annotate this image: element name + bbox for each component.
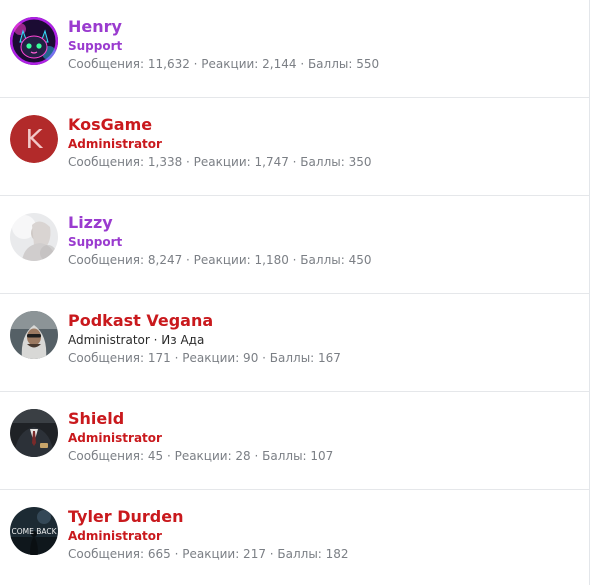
member-name[interactable]: Henry: [68, 16, 122, 37]
title-separator: ·: [153, 333, 158, 347]
come-back-avatar[interactable]: COME BACK: [10, 507, 58, 555]
member-stats: Сообщения: 171 · Реакции: 90 · Баллы: 16…: [68, 351, 341, 365]
member-title: Support: [68, 234, 371, 251]
member-stats: Сообщения: 1,338 · Реакции: 1,747 · Балл…: [68, 155, 372, 169]
list-item: Podkast Vegana Administrator · Из Ада Со…: [0, 294, 589, 392]
member-name[interactable]: Lizzy: [68, 212, 113, 233]
member-name[interactable]: Shield: [68, 408, 124, 429]
list-item: COME BACK Tyler Durden Administrator Соо…: [0, 490, 589, 585]
suit-man-avatar[interactable]: [10, 409, 58, 457]
member-name[interactable]: Tyler Durden: [68, 506, 184, 527]
avatar-caption: COME BACK: [11, 527, 57, 536]
role-badge: Support: [68, 235, 123, 249]
member-title: Administrator · Из Ада: [68, 332, 341, 349]
member-name[interactable]: KosGame: [68, 114, 152, 135]
member-title: Support: [68, 38, 379, 55]
member-location: Из Ада: [161, 333, 205, 347]
member-stats: Сообщения: 665 · Реакции: 217 · Баллы: 1…: [68, 547, 349, 561]
member-stats: Сообщения: 45 · Реакции: 28 · Баллы: 107: [68, 449, 334, 463]
role-badge: Support: [68, 39, 123, 53]
list-item: K KosGame Administrator Сообщения: 1,338…: [0, 98, 589, 196]
member-name[interactable]: Podkast Vegana: [68, 310, 213, 331]
member-list: Henry Support Сообщения: 11,632 · Реакци…: [0, 0, 590, 585]
member-title: Administrator: [68, 430, 333, 447]
girl-photo-avatar[interactable]: [10, 213, 58, 261]
list-item: Lizzy Support Сообщения: 8,247 · Реакции…: [0, 196, 589, 294]
role-badge: Administrator: [68, 137, 162, 151]
list-item: Shield Administrator Сообщения: 45 · Реа…: [0, 392, 589, 490]
member-title: Administrator: [68, 528, 349, 545]
letter-avatar[interactable]: K: [10, 115, 58, 163]
member-stats: Сообщения: 11,632 · Реакции: 2,144 · Бал…: [68, 57, 380, 71]
member-title: Administrator: [68, 136, 371, 153]
role-badge: Administrator: [68, 333, 150, 347]
list-item: Henry Support Сообщения: 11,632 · Реакци…: [0, 0, 589, 98]
cat-neon-avatar[interactable]: [10, 17, 58, 65]
member-stats: Сообщения: 8,247 · Реакции: 1,180 · Балл…: [68, 253, 372, 267]
role-badge: Administrator: [68, 431, 162, 445]
avatar-letter: K: [25, 125, 43, 155]
hooded-man-avatar[interactable]: [10, 311, 58, 359]
role-badge: Administrator: [68, 529, 162, 543]
